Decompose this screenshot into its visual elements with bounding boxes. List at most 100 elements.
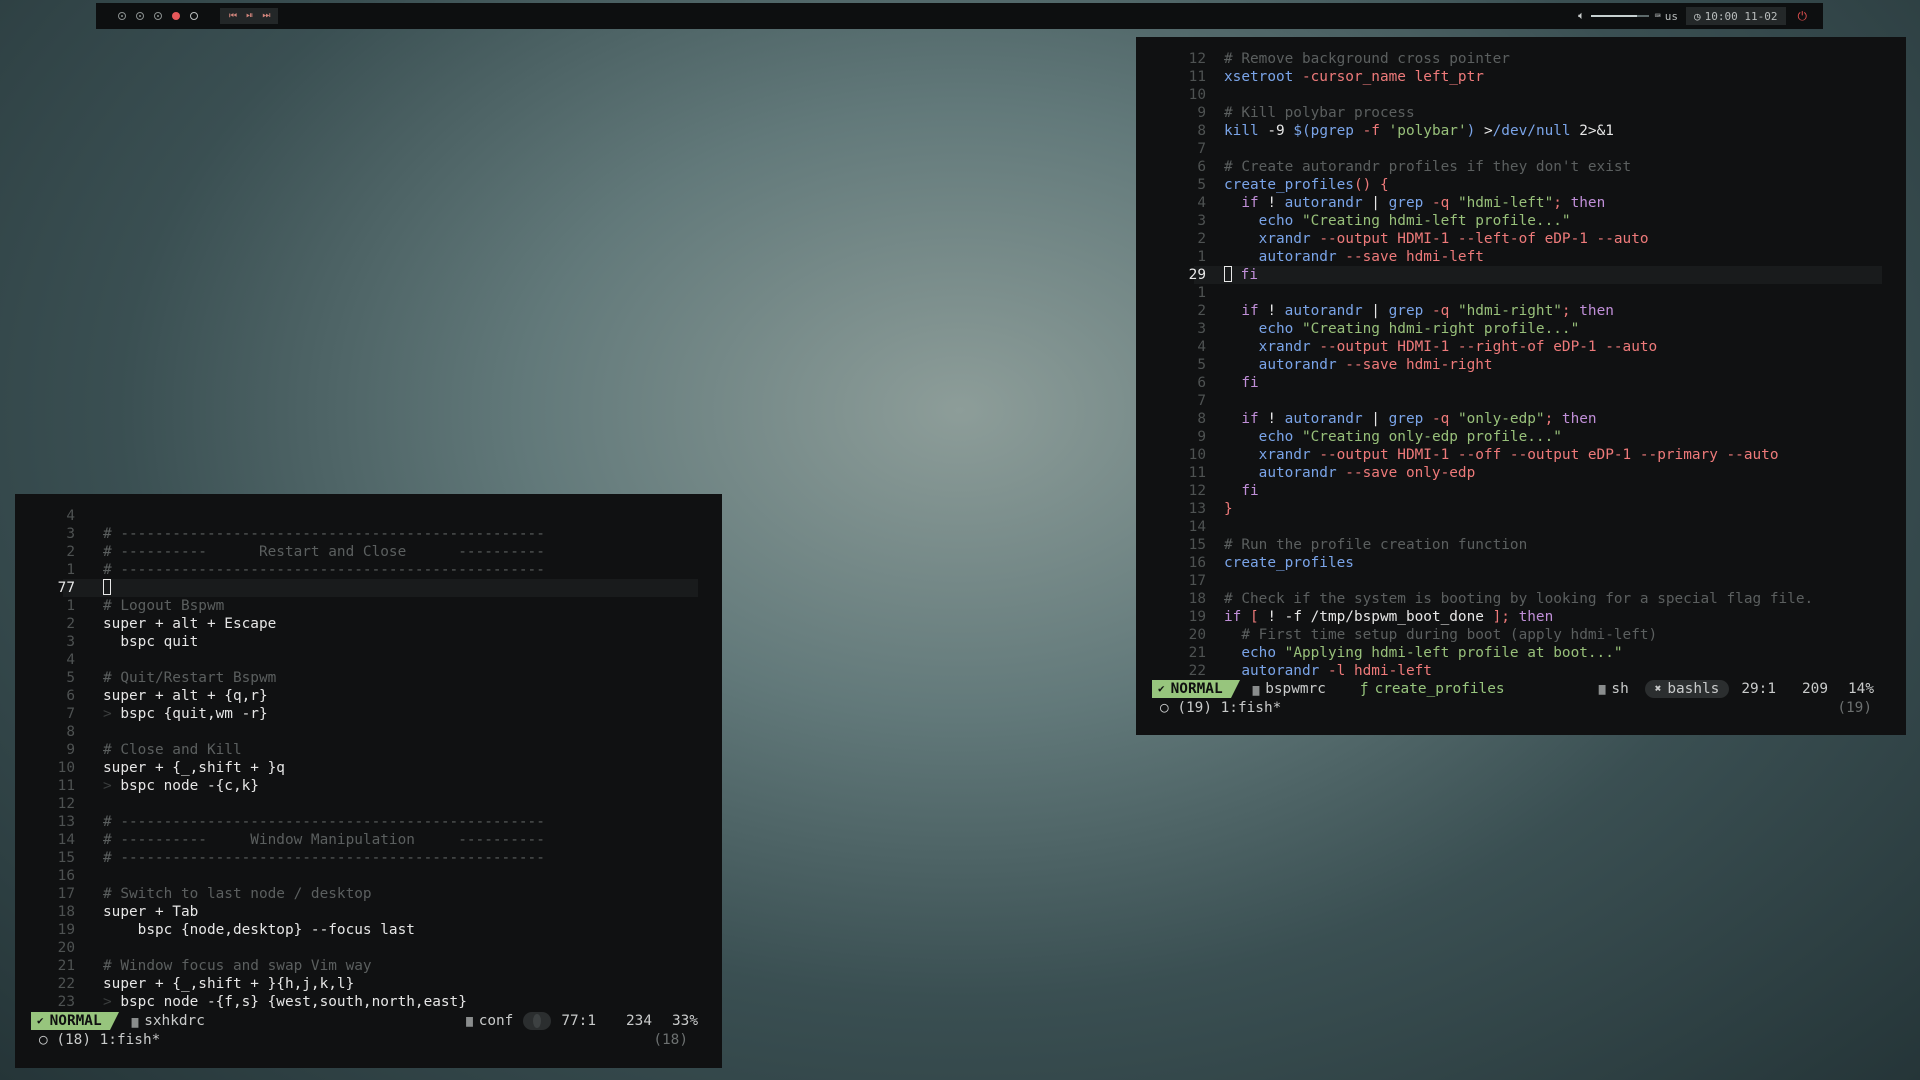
code-line[interactable]: 4 xrandr --output HDMI-1 --right-of eDP-… bbox=[1136, 338, 1906, 356]
code-line[interactable]: 13 # ------------------------------------… bbox=[15, 813, 722, 831]
line-number: 16 bbox=[57, 868, 75, 884]
code-line[interactable]: 6 super + alt + {q,r} bbox=[15, 687, 722, 705]
code-line[interactable]: 14 # ---------- Window Manipulation -----… bbox=[15, 831, 722, 849]
workspace-1-indicator[interactable] bbox=[118, 12, 126, 20]
code-line[interactable]: 22 autorandr -l hdmi-left bbox=[1136, 662, 1906, 680]
code-line[interactable]: 20 bbox=[15, 939, 722, 957]
text-cursor bbox=[103, 579, 111, 595]
code-line[interactable]: 1 # Logout Bspwm bbox=[15, 597, 722, 615]
code-line[interactable]: 2 super + alt + Escape bbox=[15, 615, 722, 633]
next-icon[interactable]: ⏭ bbox=[262, 11, 270, 21]
code-line[interactable]: 3 bspc quit bbox=[15, 633, 722, 651]
volume-icon[interactable]: 🔈︎ bbox=[1578, 9, 1585, 23]
lsp-name: bashls bbox=[1667, 681, 1720, 697]
terminal-window-sxhkdrc[interactable]: 4 3 # ------------------------------------… bbox=[15, 494, 722, 1068]
code-line[interactable]: 3 echo "Creating hdmi-right profile..." bbox=[1136, 320, 1906, 338]
terminal-window-bspwmrc[interactable]: 12 # Remove background cross pointer 11 xse… bbox=[1136, 37, 1906, 735]
code-line[interactable]: 1 bbox=[1136, 284, 1906, 302]
code-token: ! bbox=[1267, 195, 1285, 211]
code-line[interactable]: 6 # Create autorandr profiles if they don… bbox=[1136, 158, 1906, 176]
current-line[interactable]: 77 bbox=[58, 579, 698, 597]
code-line[interactable]: 3 # -------------------------------------… bbox=[15, 525, 722, 543]
volume-slider[interactable] bbox=[1590, 15, 1649, 17]
code-line[interactable]: 10 xrandr --output HDMI-1 --off --output… bbox=[1136, 446, 1906, 464]
code-line[interactable]: 19 bspc {node,desktop} --focus last bbox=[15, 921, 722, 939]
indent-guide: > bbox=[103, 994, 121, 1010]
code-line[interactable]: 21 # Window focus and swap Vim way bbox=[15, 957, 722, 975]
line-number: 15 bbox=[57, 850, 75, 866]
code-line[interactable]: 11 > bspc node -{c,k} bbox=[15, 777, 722, 795]
play-pause-icon[interactable]: ⏯ bbox=[246, 11, 253, 21]
code-line[interactable]: 3 echo "Creating hdmi-left profile..." bbox=[1136, 212, 1906, 230]
current-line[interactable]: 29 fi bbox=[1189, 266, 1882, 284]
code-line[interactable]: 1 # -------------------------------------… bbox=[15, 561, 722, 579]
code-line[interactable]: 9 # Kill polybar process bbox=[1136, 104, 1906, 122]
code-line[interactable]: 5 autorandr --save hdmi-right bbox=[1136, 356, 1906, 374]
code-line[interactable]: 7 bbox=[1136, 392, 1906, 410]
workspace-5-indicator[interactable] bbox=[190, 12, 198, 20]
code-line[interactable]: 12 fi bbox=[1136, 482, 1906, 500]
previous-icon[interactable]: ⏮ bbox=[229, 11, 237, 21]
workspace-2-indicator[interactable] bbox=[136, 12, 144, 20]
power-icon[interactable]: ⏻ bbox=[1798, 9, 1808, 24]
code-line[interactable]: 16 create_profiles bbox=[1136, 554, 1906, 572]
line-number: 12 bbox=[57, 796, 75, 812]
code-token: # --------------------------------------… bbox=[103, 850, 545, 866]
code-line[interactable]: 17 bbox=[1136, 572, 1906, 590]
line-text: # Run the profile creation function bbox=[1224, 536, 1527, 554]
code-line[interactable]: 8 if ! autorandr | grep -q "only-edp"; t… bbox=[1136, 410, 1906, 428]
code-line[interactable]: 7 bbox=[1136, 140, 1906, 158]
line-number: 1 bbox=[1197, 249, 1206, 265]
code-line[interactable]: 11 xsetroot -cursor_name left_ptr bbox=[1136, 68, 1906, 86]
editor-buffer[interactable]: 12 # Remove background cross pointer 11 xse… bbox=[1136, 50, 1906, 680]
code-line[interactable]: 13} bbox=[1136, 500, 1906, 518]
code-token: --save hdmi-right bbox=[1345, 357, 1493, 373]
code-line[interactable]: 2 # ---------- Restart and Close --------… bbox=[15, 543, 722, 561]
code-line[interactable]: 17 # Switch to last node / desktop bbox=[15, 885, 722, 903]
code-line[interactable]: 4 bbox=[15, 507, 722, 525]
workspace-3-indicator[interactable] bbox=[154, 12, 162, 20]
function-context: ƒ create_profiles bbox=[1360, 680, 1505, 698]
code-token: > bbox=[1483, 123, 1493, 139]
code-line[interactable]: 2 if ! autorandr | grep -q "hdmi-right";… bbox=[1136, 302, 1906, 320]
code-line[interactable]: 9 # Close and Kill bbox=[15, 741, 722, 759]
code-line[interactable]: 11 autorandr --save only-edp bbox=[1136, 464, 1906, 482]
code-token: fi bbox=[1241, 375, 1259, 391]
code-line[interactable]: 6 fi bbox=[1136, 374, 1906, 392]
code-line[interactable]: 12 # Remove background cross pointer bbox=[1136, 50, 1906, 68]
code-line[interactable]: 19 if [ ! -f /tmp/bspwm_boot_done ]; then bbox=[1136, 608, 1906, 626]
keyboard-layout[interactable]: us bbox=[1665, 10, 1678, 23]
code-line[interactable]: 15 # ------------------------------------… bbox=[15, 849, 722, 867]
code-line[interactable]: 4 bbox=[15, 651, 722, 669]
workspace-4-indicator[interactable] bbox=[172, 12, 180, 20]
code-line[interactable]: 22 super + {_,shift + }{h,j,k,l} bbox=[15, 975, 722, 993]
line-text: # Close and Kill bbox=[103, 741, 242, 759]
line-text: xrandr --output HDMI-1 --off --output eD… bbox=[1224, 446, 1779, 464]
code-line[interactable]: 8 bbox=[15, 723, 722, 741]
code-line[interactable]: 15 # Run the profile creation function bbox=[1136, 536, 1906, 554]
editor-buffer[interactable]: 4 3 # ------------------------------------… bbox=[15, 507, 722, 1011]
code-line[interactable]: 5 create_profiles() { bbox=[1136, 176, 1906, 194]
code-line[interactable]: 7 > bspc {quit,wm -r} bbox=[15, 705, 722, 723]
code-line[interactable]: 20 # First time setup during boot (apply… bbox=[1136, 626, 1906, 644]
code-line[interactable]: 12 bbox=[15, 795, 722, 813]
code-line[interactable]: 18 # Check if the system is booting by lo… bbox=[1136, 590, 1906, 608]
code-token: -9 bbox=[1267, 123, 1294, 139]
code-line[interactable]: 10 super + {_,shift + }q bbox=[15, 759, 722, 777]
code-line[interactable]: 4 if ! autorandr | grep -q "hdmi-left"; … bbox=[1136, 194, 1906, 212]
code-token: if bbox=[1241, 411, 1268, 427]
code-line[interactable]: 18 super + Tab bbox=[15, 903, 722, 921]
code-line[interactable]: 2 xrandr --output HDMI-1 --left-of eDP-1… bbox=[1136, 230, 1906, 248]
code-line[interactable]: 8 kill -9 $(pgrep -f 'polybar') >/dev/nul… bbox=[1136, 122, 1906, 140]
code-line[interactable]: 10 bbox=[1136, 86, 1906, 104]
code-line[interactable]: 1 autorandr --save hdmi-left bbox=[1136, 248, 1906, 266]
code-line[interactable]: 23 > bspc node -{f,s} {west,south,north,e… bbox=[15, 993, 722, 1011]
code-line[interactable]: 21 echo "Applying hdmi-left profile at b… bbox=[1136, 644, 1906, 662]
code-line[interactable]: 14 bbox=[1136, 518, 1906, 536]
line-number: 5 bbox=[1197, 357, 1206, 373]
code-line[interactable]: 5 # Quit/Restart Bspwm bbox=[15, 669, 722, 687]
code-token: "Creating hdmi-right profile..." bbox=[1301, 321, 1580, 337]
code-line[interactable]: 9 echo "Creating only-edp profile..." bbox=[1136, 428, 1906, 446]
clock[interactable]: ◷ 10:00 11-02 bbox=[1686, 7, 1786, 25]
code-line[interactable]: 16 bbox=[15, 867, 722, 885]
